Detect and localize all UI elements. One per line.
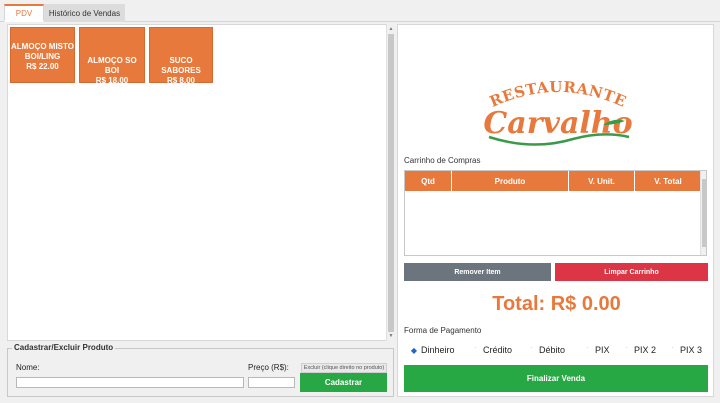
product-price: R$ 18.00: [95, 76, 129, 85]
radio-icon: ˙: [474, 345, 478, 355]
payment-option-label: Dinheiro: [421, 345, 455, 355]
cart-scroll-thumb[interactable]: [702, 179, 706, 247]
remove-item-button[interactable]: Remover Item: [404, 263, 551, 281]
cart-label: Carrinho de Compras: [404, 156, 481, 165]
tab-bar: PDV Histórico de Vendas: [0, 0, 720, 22]
delete-hint: Excluir (clique direito no produto): [301, 363, 387, 373]
cart-header: Qtd Produto V. Unit. V. Total: [405, 171, 701, 191]
product-button[interactable]: SUCO SABORES R$ 8.00: [149, 27, 213, 85]
payment-option-credito[interactable]: ˙ Crédito: [472, 344, 512, 356]
radio-selected-icon: ◆: [410, 345, 418, 355]
payment-option-pix-2[interactable]: ˙ PIX 2: [623, 344, 656, 356]
scroll-down-icon[interactable]: ▼: [388, 332, 394, 340]
restaurant-logo: RESTAURANTE Carvalho: [483, 78, 633, 146]
radio-icon: ˙: [625, 345, 629, 355]
payment-option-debito[interactable]: ˙ Débito: [528, 344, 565, 356]
radio-icon: ˙: [671, 345, 675, 355]
product-price: R$ 8.00: [166, 76, 196, 85]
cadastrar-button[interactable]: Cadastrar: [300, 373, 387, 392]
cart-table[interactable]: Qtd Produto V. Unit. V. Total: [404, 170, 707, 256]
product-button[interactable]: ALMOÇO SO BOI R$ 18.00: [79, 27, 145, 85]
radio-icon: ˙: [530, 345, 534, 355]
payment-option-label: PIX 3: [680, 345, 703, 355]
products-scrollbar[interactable]: ▲ ▼: [386, 24, 394, 341]
radio-icon: ˙: [586, 345, 590, 355]
cart-scrollbar[interactable]: [700, 171, 706, 255]
price-label: Preço (R$):: [248, 363, 289, 372]
name-label: Nome:: [16, 363, 40, 372]
product-price-input[interactable]: [248, 377, 295, 388]
tab-historico-vendas[interactable]: Histórico de Vendas: [44, 4, 125, 22]
payment-option-label: Crédito: [483, 345, 513, 355]
product-name: ALMOÇO MISTO BOI/LING: [11, 42, 74, 61]
payment-label: Forma de Pagamento: [404, 326, 482, 335]
product-price: R$ 22.00: [26, 62, 59, 71]
payment-option-label: PIX 2: [634, 345, 657, 355]
payment-option-pix[interactable]: ˙ PIX: [584, 344, 610, 356]
payment-option-label: PIX: [595, 345, 610, 355]
scroll-thumb[interactable]: [388, 34, 394, 332]
column-header-qtd[interactable]: Qtd: [405, 171, 452, 191]
payment-option-dinheiro[interactable]: ◆ Dinheiro: [410, 344, 455, 356]
sale-panel: RESTAURANTE Carvalho Carrinho de Compras…: [397, 24, 714, 397]
product-name: ALMOÇO SO BOI: [87, 56, 137, 75]
register-product-group: Cadastrar/Excluir Produto Nome: Preço (R…: [7, 343, 394, 397]
clear-cart-button[interactable]: Limpar Carrinho: [555, 263, 708, 281]
product-name: SUCO SABORES: [161, 56, 201, 75]
payment-option-label: Débito: [539, 345, 566, 355]
payment-option-pix-3[interactable]: ˙ PIX 3: [669, 344, 702, 356]
column-header-produto[interactable]: Produto: [452, 171, 569, 191]
product-name-input[interactable]: [16, 377, 244, 388]
product-button[interactable]: ALMOÇO MISTO BOI/LING R$ 22.00: [10, 27, 75, 83]
column-header-v-total[interactable]: V. Total: [635, 171, 701, 191]
scroll-up-icon[interactable]: ▲: [388, 25, 394, 33]
products-panel: ALMOÇO MISTO BOI/LING R$ 22.00 ALMOÇO SO…: [7, 24, 387, 341]
register-group-title: Cadastrar/Excluir Produto: [12, 343, 116, 352]
column-header-v-unit[interactable]: V. Unit.: [569, 171, 635, 191]
total-amount: Total: R$ 0.00: [492, 293, 621, 315]
finalize-sale-button[interactable]: Finalizar Venda: [404, 365, 708, 392]
tab-pdv[interactable]: PDV: [4, 4, 44, 22]
